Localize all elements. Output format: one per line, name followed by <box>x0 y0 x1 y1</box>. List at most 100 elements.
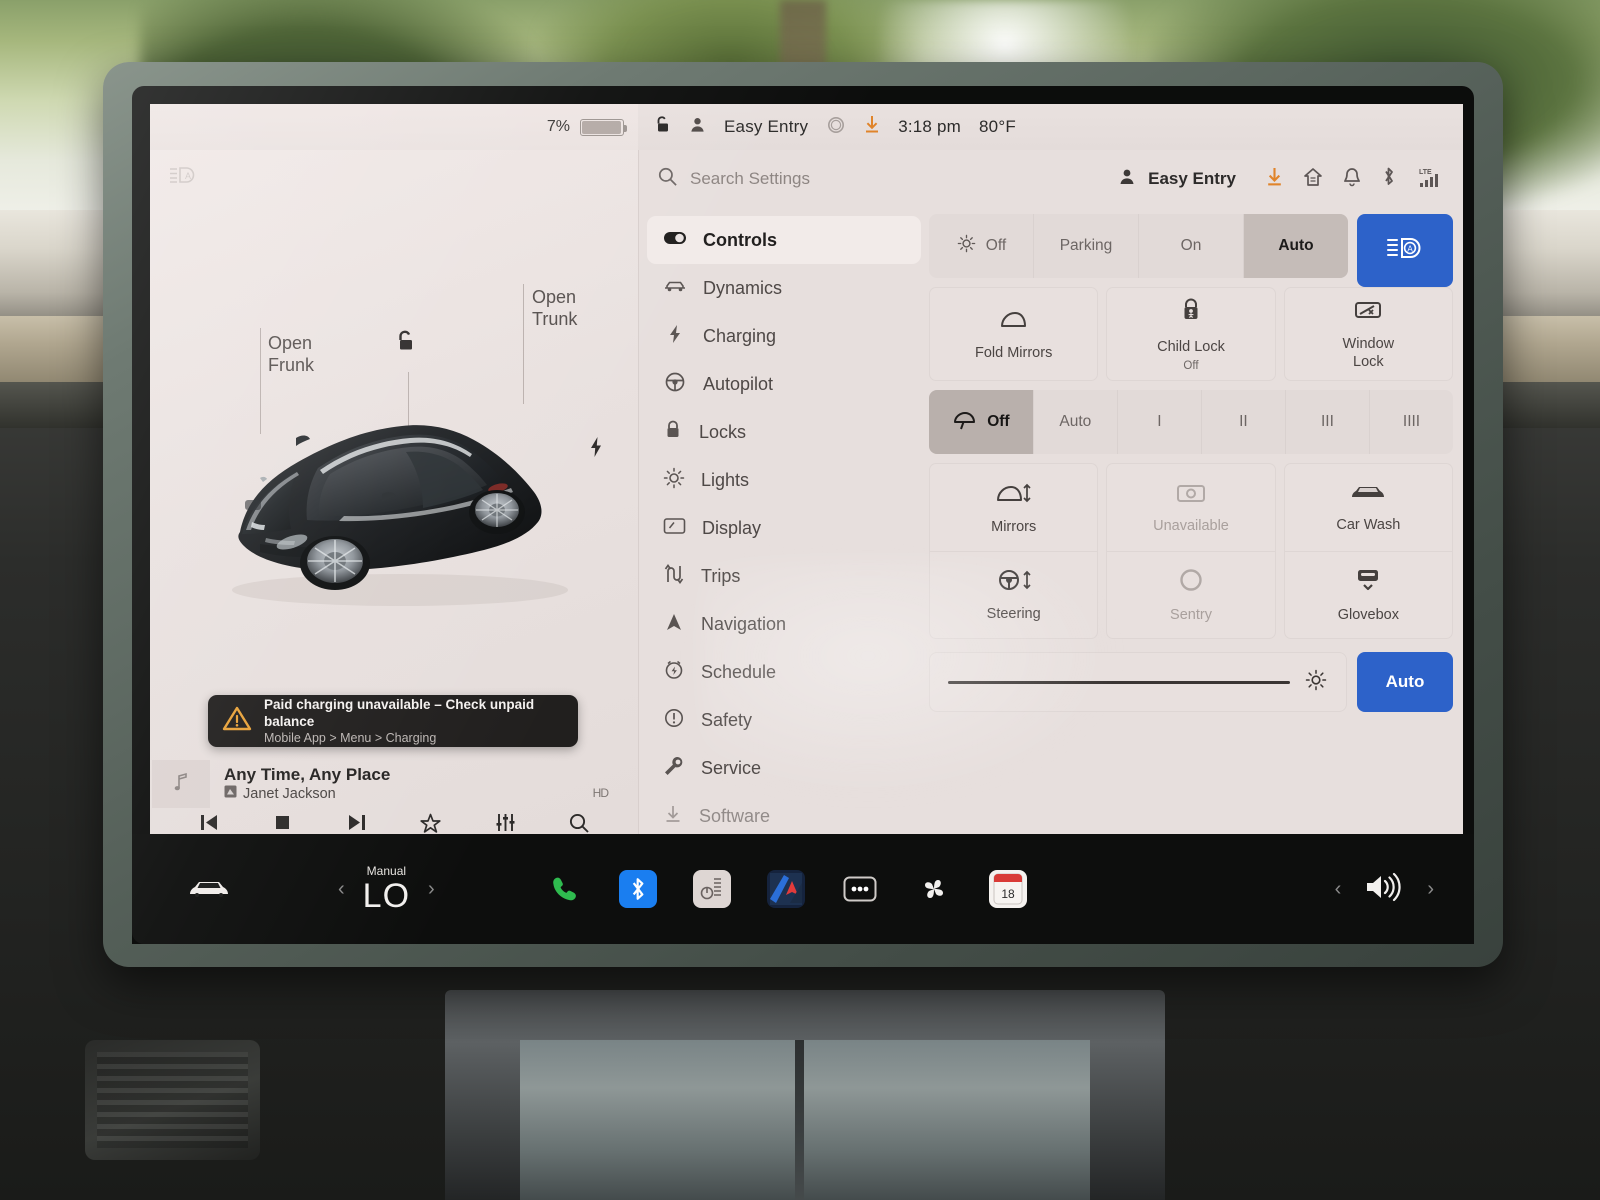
phone-app-icon[interactable] <box>545 870 583 908</box>
brightness-auto-button[interactable]: Auto <box>1357 652 1453 712</box>
sidebar-item-service[interactable]: Service <box>647 744 921 792</box>
console-glass-panel <box>520 1040 1090 1200</box>
car-wash-button[interactable]: Car Wash <box>1283 463 1453 551</box>
chevron-left-icon[interactable]: ‹ <box>1335 878 1342 901</box>
wiper-option-off[interactable]: Off <box>929 390 1034 454</box>
headlight-sun-icon <box>956 233 977 259</box>
clock-label: 3:18 pm <box>898 117 962 136</box>
mirror-lock-row: Fold Mirrors Child Lock Off Window Lock <box>929 287 1453 381</box>
sidebar-label: Locks <box>699 421 747 442</box>
driver-temperature-control[interactable]: Manual LO <box>363 864 410 914</box>
toast-title: Paid charging unavailable – Check unpaid… <box>264 697 535 729</box>
album-art-placeholder[interactable] <box>152 760 210 808</box>
speaker-volume-icon[interactable] <box>1363 871 1405 908</box>
brightness-slider[interactable] <box>929 652 1347 712</box>
person-icon[interactable] <box>1118 168 1136 191</box>
mirrors-adjust-button[interactable]: Mirrors <box>929 463 1099 551</box>
wiper-option-auto[interactable]: Auto <box>1034 390 1118 454</box>
vehicle-tab-button[interactable] <box>172 876 246 902</box>
unlocked-padlock-icon[interactable] <box>654 115 671 140</box>
previous-track-button[interactable] <box>198 812 221 834</box>
equalizer-button[interactable] <box>494 812 517 834</box>
sidebar-item-software[interactable]: Software <box>647 792 921 834</box>
grid-column-1: Mirrors Steering <box>929 463 1099 639</box>
auto-high-beam-button[interactable]: A <box>1357 214 1453 287</box>
wiper-option-3[interactable]: III <box>1286 390 1370 454</box>
glovebox-button[interactable]: Glovebox <box>1283 551 1453 639</box>
unlocked-padlock-icon[interactable] <box>394 328 418 361</box>
clock-bolt-icon <box>663 659 685 686</box>
headlights-option-on[interactable]: On <box>1139 214 1244 278</box>
navigation-arrow-icon <box>663 612 685 637</box>
sidebar-item-display[interactable]: Display <box>647 504 921 552</box>
stop-button[interactable] <box>272 812 293 834</box>
settings-profile-name[interactable]: Easy Entry <box>1148 169 1236 189</box>
open-trunk-button[interactable]: Open Trunk <box>532 286 577 330</box>
download-arrow-icon[interactable] <box>864 115 880 139</box>
notification-toast[interactable]: Paid charging unavailable – Check unpaid… <box>208 695 578 747</box>
sidebar-item-schedule[interactable]: Schedule <box>647 648 921 696</box>
search-input[interactable]: Search Settings <box>690 169 810 189</box>
headlights-option-auto[interactable]: Auto <box>1244 214 1348 278</box>
window-lock-button[interactable]: Window Lock <box>1283 287 1453 381</box>
sidebar-item-autopilot[interactable]: Autopilot <box>647 360 921 408</box>
navigation-app-icon[interactable] <box>766 870 805 908</box>
now-playing-title: Any Time, Any Place <box>224 765 391 784</box>
vehicle-image[interactable] <box>200 382 600 612</box>
wiper-label-2: II <box>1239 413 1248 430</box>
media-player: Any Time, Any Place Janet Jackson HD <box>150 760 638 834</box>
sidebar-item-lights[interactable]: Lights <box>647 456 921 504</box>
wiper-option-2[interactable]: II <box>1202 390 1286 454</box>
steering-adjust-button[interactable]: Steering <box>929 551 1099 639</box>
headlights-label-auto: Auto <box>1278 237 1314 254</box>
tesla-app-icon[interactable] <box>692 870 731 908</box>
download-arrow-icon[interactable] <box>1266 167 1283 192</box>
bluetooth-app-icon[interactable] <box>618 870 657 908</box>
wiper-option-4[interactable]: IIII <box>1370 390 1453 454</box>
sidebar-label: Service <box>701 757 762 778</box>
wiper-label-off: Off <box>987 413 1010 430</box>
camera-icon <box>1175 481 1207 510</box>
person-icon[interactable] <box>689 116 706 139</box>
sidebar-item-charging[interactable]: Charging <box>647 312 921 360</box>
open-frunk-button[interactable]: Open Frunk <box>268 332 314 376</box>
circle-icon[interactable] <box>826 115 846 140</box>
status-profile-name[interactable]: Easy Entry <box>724 117 808 137</box>
headlights-option-parking[interactable]: Parking <box>1034 214 1139 278</box>
brightness-track[interactable] <box>948 680 1290 684</box>
taskbar: ‹ Manual LO › 18 ‹ › <box>132 834 1474 944</box>
taskbar-app-icons: 18 <box>545 870 1027 908</box>
media-search-button[interactable] <box>568 812 590 835</box>
sidebar-item-trips[interactable]: Trips <box>647 552 921 600</box>
sidebar-item-controls[interactable]: Controls <box>647 216 921 264</box>
chevron-left-icon[interactable]: ‹ <box>338 878 345 901</box>
home-icon[interactable] <box>1303 167 1323 192</box>
bell-icon[interactable] <box>1343 167 1361 192</box>
next-track-button[interactable] <box>345 812 368 834</box>
chevron-right-icon[interactable]: › <box>428 878 435 901</box>
climate-fan-icon[interactable] <box>915 870 953 908</box>
bluetooth-icon[interactable] <box>1381 166 1397 192</box>
headlights-option-off[interactable]: Off <box>929 214 1034 278</box>
sentry-mode-button[interactable]: Sentry <box>1106 551 1276 639</box>
favorite-star-button[interactable] <box>419 812 442 835</box>
calendar-app-icon[interactable]: 18 <box>988 870 1027 908</box>
grid-column-3: Car Wash Glovebox <box>1283 463 1453 639</box>
sidebar-item-safety[interactable]: Safety <box>647 696 921 744</box>
battery-percent-label: 7% <box>546 118 570 135</box>
brightness-row: Auto <box>929 649 1453 715</box>
controls-grid: Off Parking On Auto A Fold Mirrors Child… <box>929 208 1463 834</box>
window-lock-icon <box>1353 298 1383 327</box>
child-lock-button[interactable]: Child Lock Off <box>1106 287 1276 381</box>
sidebar-item-navigation[interactable]: Navigation <box>647 600 921 648</box>
wiper-option-1[interactable]: I <box>1118 390 1202 454</box>
more-apps-icon[interactable] <box>841 870 879 908</box>
sentry-label: Sentry <box>1170 607 1212 623</box>
unavailable-label: Unavailable <box>1153 517 1229 534</box>
fold-mirrors-button[interactable]: Fold Mirrors <box>929 287 1099 381</box>
chevron-right-icon[interactable]: › <box>1427 878 1434 901</box>
child-lock-state: Off <box>1183 359 1199 372</box>
sidebar-item-dynamics[interactable]: Dynamics <box>647 264 921 312</box>
wiper-label-1: I <box>1157 413 1162 430</box>
sidebar-item-locks[interactable]: Locks <box>647 408 921 456</box>
